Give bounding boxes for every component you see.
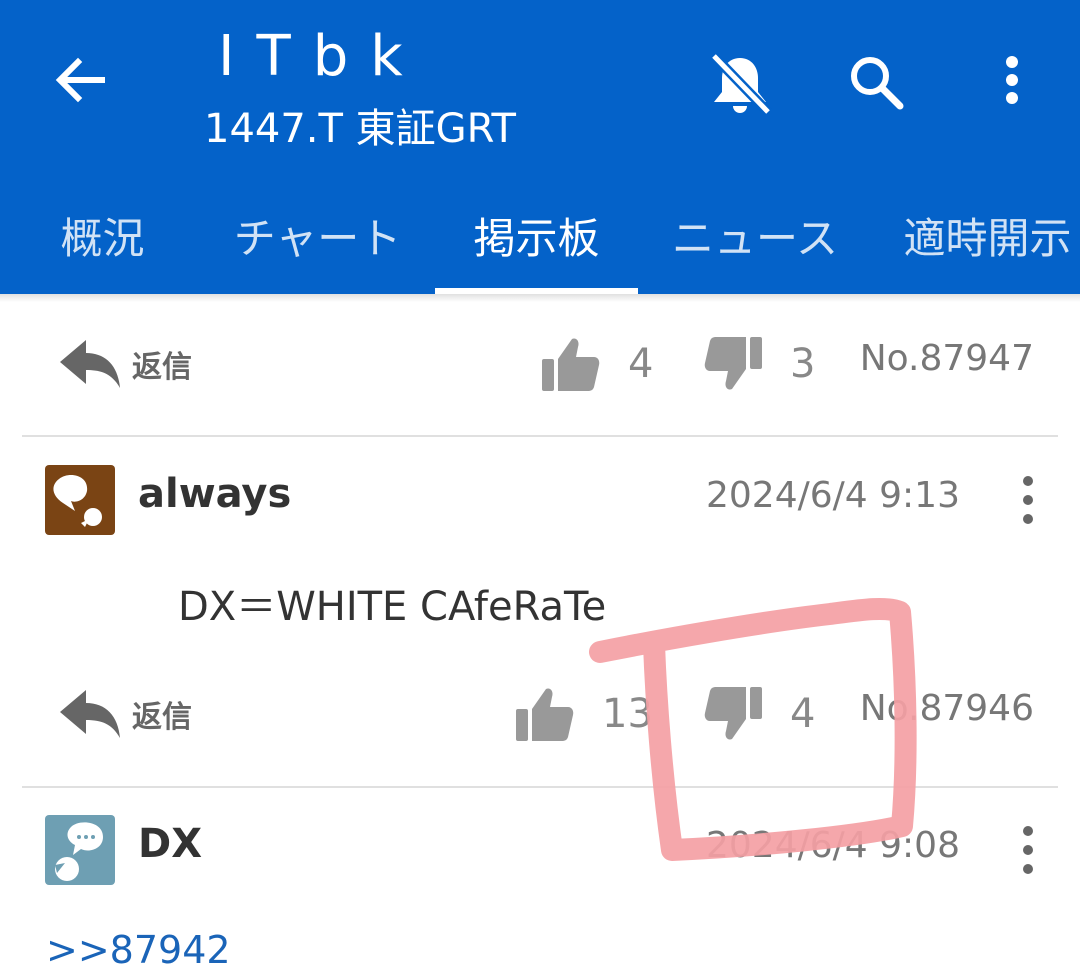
search-icon: [851, 57, 904, 110]
reply-icon: [60, 340, 120, 388]
appbar-shadow: [0, 294, 1080, 302]
thumbs-up-icon: [516, 688, 574, 741]
like-count: 13: [602, 691, 653, 737]
tab-news[interactable]: ニュース: [660, 176, 850, 294]
post-body: DX＝WHITE CAfeRaTe: [178, 584, 607, 630]
post-header: always 2024/6/4 9:13: [0, 455, 1080, 545]
dislike-button[interactable]: 3: [702, 332, 815, 396]
like-button[interactable]: 13: [514, 682, 653, 746]
user-avatar-icon: [55, 822, 103, 881]
thumbs-down-icon: [704, 687, 762, 740]
more-vert-icon: [1006, 56, 1018, 104]
post-menu-button[interactable]: [1006, 463, 1050, 537]
dislike-button[interactable]: 4: [702, 682, 815, 746]
back-button[interactable]: [44, 44, 116, 116]
avatar[interactable]: [45, 465, 115, 535]
post-timestamp: 2024/6/4 9:08: [706, 825, 960, 866]
post-divider: [22, 786, 1058, 788]
overflow-menu-button[interactable]: [976, 42, 1048, 122]
post-divider: [22, 435, 1058, 437]
more-vert-icon: [1023, 826, 1033, 874]
like-count: 4: [628, 341, 654, 387]
reply-icon: [60, 690, 120, 738]
tab-disclosure[interactable]: 適時開示: [895, 176, 1080, 294]
thumbs-down-icon: [704, 337, 762, 390]
more-vert-icon: [1023, 476, 1033, 524]
thumbs-up-icon: [542, 338, 600, 391]
avatar[interactable]: [45, 815, 115, 885]
page-title: ITbk: [218, 24, 425, 89]
reply-anchor-link[interactable]: >>87942: [46, 928, 231, 966]
app-bar: ITbk 1447.T 東証GRT 概況 チャート 掲示板 ニュース 適時開示: [0, 0, 1080, 294]
back-arrow-icon: [55, 57, 105, 103]
post-number: No.87947: [859, 338, 1034, 379]
author-name[interactable]: DX: [138, 821, 202, 867]
user-avatar-icon: [53, 475, 102, 527]
reply-button[interactable]: 返信: [56, 332, 192, 396]
post-actions: 返信 13 4 No.87946: [0, 658, 1080, 768]
post-actions: 返信 4 3 No.87947: [0, 308, 1080, 418]
reply-label: 返信: [132, 350, 192, 385]
author-name[interactable]: always: [138, 471, 291, 517]
tab-overview[interactable]: 概況: [20, 176, 185, 294]
tab-message-board[interactable]: 掲示板: [435, 176, 638, 294]
post-menu-button[interactable]: [1006, 813, 1050, 887]
post-number: No.87946: [859, 688, 1034, 729]
notification-toggle-button[interactable]: [700, 44, 780, 124]
search-button[interactable]: [836, 42, 916, 122]
post-timestamp: 2024/6/4 9:13: [706, 475, 960, 516]
dislike-count: 4: [790, 691, 816, 737]
post-header: DX 2024/6/4 9:08: [0, 805, 1080, 895]
tab-chart[interactable]: チャート: [215, 176, 420, 294]
like-button[interactable]: 4: [540, 332, 653, 396]
stock-code-subtitle: 1447.T 東証GRT: [204, 106, 516, 152]
dislike-count: 3: [790, 341, 816, 387]
tab-bar: 概況 チャート 掲示板 ニュース 適時開示: [0, 176, 1080, 294]
reply-button[interactable]: 返信: [56, 682, 192, 746]
bell-off-icon: [710, 52, 772, 116]
reply-label: 返信: [132, 700, 192, 735]
